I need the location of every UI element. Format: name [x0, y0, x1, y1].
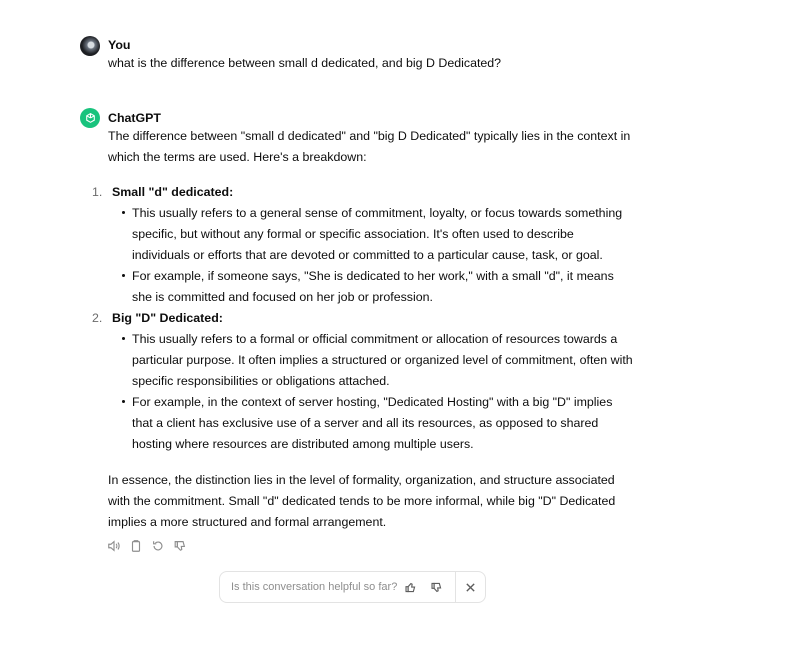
thumbs-down-icon[interactable] — [173, 539, 187, 553]
user-author-name: You — [108, 38, 131, 52]
read-aloud-icon[interactable] — [107, 539, 121, 553]
bullet-item: This usually refers to a general sense o… — [122, 203, 633, 266]
feedback-question: Is this conversation helpful so far? — [231, 581, 398, 593]
bullet-item: This usually refers to a formal or offic… — [122, 329, 633, 392]
copy-icon[interactable] — [129, 539, 143, 553]
thumbs-up-icon[interactable] — [397, 572, 423, 602]
breakdown-list: 1. Small "d" dedicated: This usually ref… — [92, 182, 633, 455]
openai-logo-icon — [85, 112, 95, 123]
regenerate-icon[interactable] — [151, 539, 165, 553]
assistant-summary: In essence, the distinction lies in the … — [108, 473, 616, 529]
list-number: 1. — [92, 185, 103, 199]
bullet-item: For example, if someone says, "She is de… — [122, 266, 633, 308]
bullet-item: For example, in the context of server ho… — [122, 392, 633, 455]
list-item: 2. Big "D" Dedicated: This usually refer… — [92, 308, 633, 455]
assistant-author-name: ChatGPT — [108, 111, 162, 125]
list-item-title: Big "D" Dedicated: — [112, 311, 223, 325]
list-item: 1. Small "d" dedicated: This usually ref… — [92, 182, 633, 308]
thumbs-down-icon[interactable] — [423, 572, 449, 602]
chatgpt-avatar — [80, 108, 100, 128]
feedback-bar: Is this conversation helpful so far? — [219, 571, 486, 603]
bullet-list: This usually refers to a general sense o… — [112, 203, 633, 308]
close-icon[interactable] — [456, 582, 485, 593]
message-actions — [107, 539, 187, 553]
list-number: 2. — [92, 311, 103, 325]
user-avatar — [80, 36, 100, 56]
assistant-message-body: The difference between "small d dedicate… — [92, 126, 633, 533]
assistant-intro: The difference between "small d dedicate… — [108, 129, 631, 164]
user-message-text: what is the difference between small d d… — [108, 56, 502, 70]
list-item-title: Small "d" dedicated: — [112, 185, 234, 199]
bullet-list: This usually refers to a formal or offic… — [112, 329, 633, 455]
